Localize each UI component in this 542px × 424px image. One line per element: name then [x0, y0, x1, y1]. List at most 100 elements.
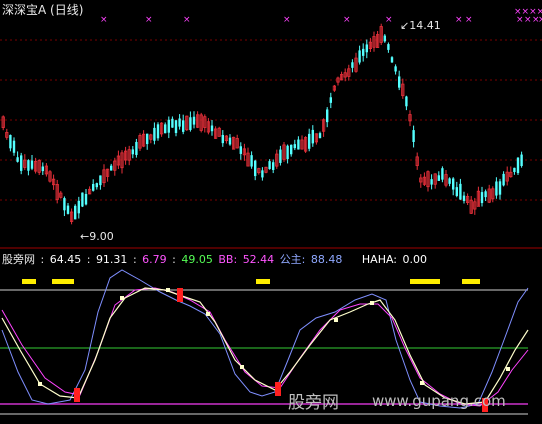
candle-body — [77, 200, 80, 214]
candle-body — [74, 205, 77, 220]
candle-body — [412, 130, 415, 143]
candle-body — [20, 155, 23, 171]
candle-body — [92, 183, 95, 191]
signal-bar — [52, 279, 74, 284]
signal-bar — [22, 279, 36, 284]
indicator-dot — [206, 312, 210, 316]
signal-block — [74, 388, 80, 402]
candle-body — [480, 192, 484, 204]
indicator-line-magenta — [1, 287, 529, 407]
candle-body — [27, 160, 30, 171]
candle-body — [81, 192, 84, 207]
candle-body — [131, 149, 134, 155]
candle-body — [452, 178, 455, 190]
candle-body — [164, 124, 167, 134]
watermark-url: www.gupang.com — [372, 392, 506, 410]
signal-x-mark: ×××× — [514, 7, 542, 17]
candle-body — [365, 44, 368, 53]
candle-body — [279, 149, 282, 163]
candle-body — [326, 109, 329, 123]
candle-body — [311, 129, 314, 144]
candle-body — [135, 141, 138, 155]
candle-body — [99, 175, 102, 186]
price-grid — [0, 39, 542, 201]
candle-body — [272, 162, 275, 170]
signal-x-mark: × — [465, 15, 473, 25]
candle-body — [110, 165, 113, 171]
candle-body — [455, 187, 458, 196]
signal-bar — [256, 279, 270, 284]
candle-body — [520, 154, 523, 166]
candle-body — [178, 118, 181, 127]
candle-body — [459, 183, 462, 200]
candle-body — [254, 160, 257, 177]
signal-x-mark: × — [385, 15, 393, 25]
candle-body — [66, 205, 70, 214]
candle-body — [516, 157, 520, 174]
candle-body — [239, 146, 242, 154]
indicator-dot — [334, 318, 338, 322]
candle-body — [63, 198, 66, 211]
indicator-dot — [166, 288, 170, 292]
candle-body — [192, 116, 196, 125]
candle-body — [210, 125, 214, 132]
indicator-line-blue — [1, 269, 529, 409]
candlesticks[interactable] — [1, 23, 523, 225]
candle-body — [293, 144, 296, 149]
candle-body — [390, 57, 394, 63]
candle-body — [394, 66, 397, 72]
candle-body — [189, 117, 192, 130]
chart-canvas[interactable]: × × × × × × × × × × ×××××× — [0, 0, 542, 424]
candle-body — [405, 96, 408, 107]
indicator-dot — [506, 367, 510, 371]
signal-x-mark: × — [343, 15, 351, 25]
candle-body — [171, 118, 174, 128]
candle-body — [16, 157, 19, 162]
candle-body — [250, 155, 253, 167]
signal-bar — [462, 279, 480, 284]
signal-bar — [410, 279, 440, 284]
candle-body — [308, 133, 311, 149]
candle-body — [261, 170, 264, 178]
candle-body — [146, 133, 149, 145]
signal-x-mark: × — [145, 15, 153, 25]
candle-body — [153, 127, 156, 141]
candle-body — [12, 140, 16, 153]
candle-body — [398, 76, 401, 88]
signal-block — [275, 382, 281, 396]
candle-body — [290, 144, 293, 155]
candle-body — [430, 179, 433, 185]
candle-body — [387, 44, 390, 50]
candle-body — [318, 133, 322, 139]
candle-body — [329, 97, 332, 103]
indicator-dot — [38, 382, 42, 386]
candle-body — [268, 161, 271, 170]
candle-body — [513, 167, 516, 173]
candle-body — [156, 124, 160, 139]
candle-body — [484, 191, 487, 198]
signal-x-mark: × — [100, 15, 108, 25]
candle-body — [448, 178, 451, 184]
candle-body — [498, 181, 502, 195]
candle-body — [358, 50, 361, 63]
watermark-text: 股旁网 — [288, 393, 339, 413]
candle-body — [462, 195, 466, 201]
candle-body — [30, 160, 34, 169]
candle-body — [84, 194, 88, 205]
candle-body — [9, 134, 12, 149]
indicator-dot — [120, 296, 124, 300]
signal-block — [177, 288, 183, 302]
candle-body — [297, 139, 300, 150]
signal-x-mark: × — [283, 15, 291, 25]
candle-body — [167, 119, 170, 133]
signal-x-mark: × — [183, 15, 191, 25]
indicator-dot — [370, 301, 374, 305]
candle-body — [383, 35, 386, 42]
candle-body — [182, 120, 185, 132]
candle-body — [286, 145, 289, 160]
candle-body — [495, 181, 498, 196]
candle-body — [362, 48, 365, 56]
candle-body — [351, 62, 354, 68]
candle-body — [95, 183, 98, 188]
candle-body — [228, 137, 232, 145]
